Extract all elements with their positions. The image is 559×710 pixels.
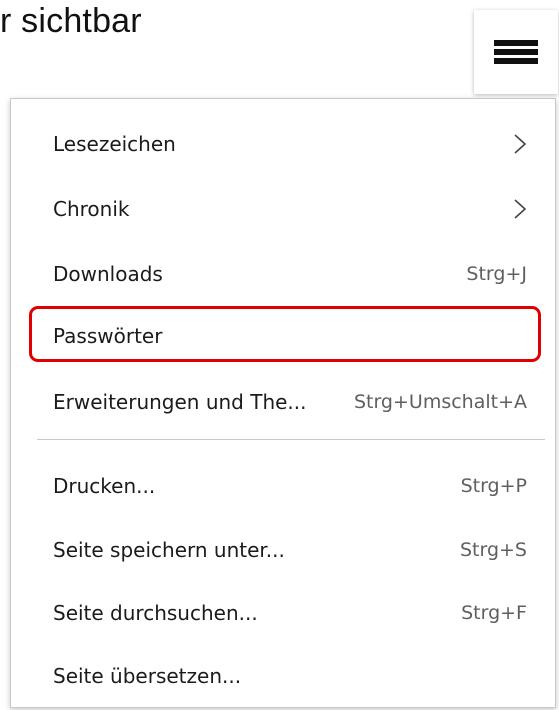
- chevron-right-icon: [514, 199, 527, 219]
- menu-item-shortcut: Strg+F: [461, 602, 527, 624]
- application-menu-button[interactable]: [474, 10, 558, 94]
- menu-item-label: Drucken...: [53, 474, 156, 498]
- menu-item-chronik[interactable]: Chronik: [11, 180, 555, 238]
- menu-item-label: Lesezeichen: [53, 132, 176, 156]
- menu-item-seite-uebersetzen[interactable]: Seite übersetzen...: [11, 647, 555, 705]
- menu-item-seite-speichern[interactable]: Seite speichern unter... Strg+S: [11, 521, 555, 579]
- menu-item-label: Erweiterungen und The...: [53, 390, 307, 414]
- menu-item-drucken[interactable]: Drucken... Strg+P: [11, 457, 555, 515]
- menu-item-lesezeichen[interactable]: Lesezeichen: [11, 115, 555, 173]
- menu-item-label: Downloads: [53, 262, 163, 286]
- menu-item-label: Passwörter: [53, 324, 163, 348]
- menu-item-passwoerter[interactable]: Passwörter: [11, 307, 555, 365]
- application-menu-dropdown: Lesezeichen Chronik Downloads Strg+J Pas…: [10, 98, 556, 708]
- menu-item-label: Chronik: [53, 197, 130, 221]
- partial-header-text: r sichtbar: [0, 2, 142, 40]
- menu-item-label: Seite speichern unter...: [53, 538, 285, 562]
- menu-divider: [37, 439, 545, 440]
- menu-item-label: Seite übersetzen...: [53, 664, 242, 688]
- menu-item-erweiterungen[interactable]: Erweiterungen und The... Strg+Umschalt+A: [11, 373, 555, 431]
- menu-item-shortcut: Strg+S: [459, 539, 527, 561]
- hamburger-icon: [494, 40, 538, 64]
- page: r sichtbar Lesezeichen Chronik Downloads…: [0, 0, 559, 710]
- menu-item-shortcut: Strg+Umschalt+A: [353, 391, 527, 413]
- chevron-right-icon: [514, 134, 527, 154]
- menu-item-shortcut: Strg+P: [460, 475, 527, 497]
- menu-item-downloads[interactable]: Downloads Strg+J: [11, 245, 555, 303]
- menu-item-seite-durchsuchen[interactable]: Seite durchsuchen... Strg+F: [11, 584, 555, 642]
- menu-item-label: Seite durchsuchen...: [53, 601, 258, 625]
- menu-item-shortcut: Strg+J: [466, 263, 527, 285]
